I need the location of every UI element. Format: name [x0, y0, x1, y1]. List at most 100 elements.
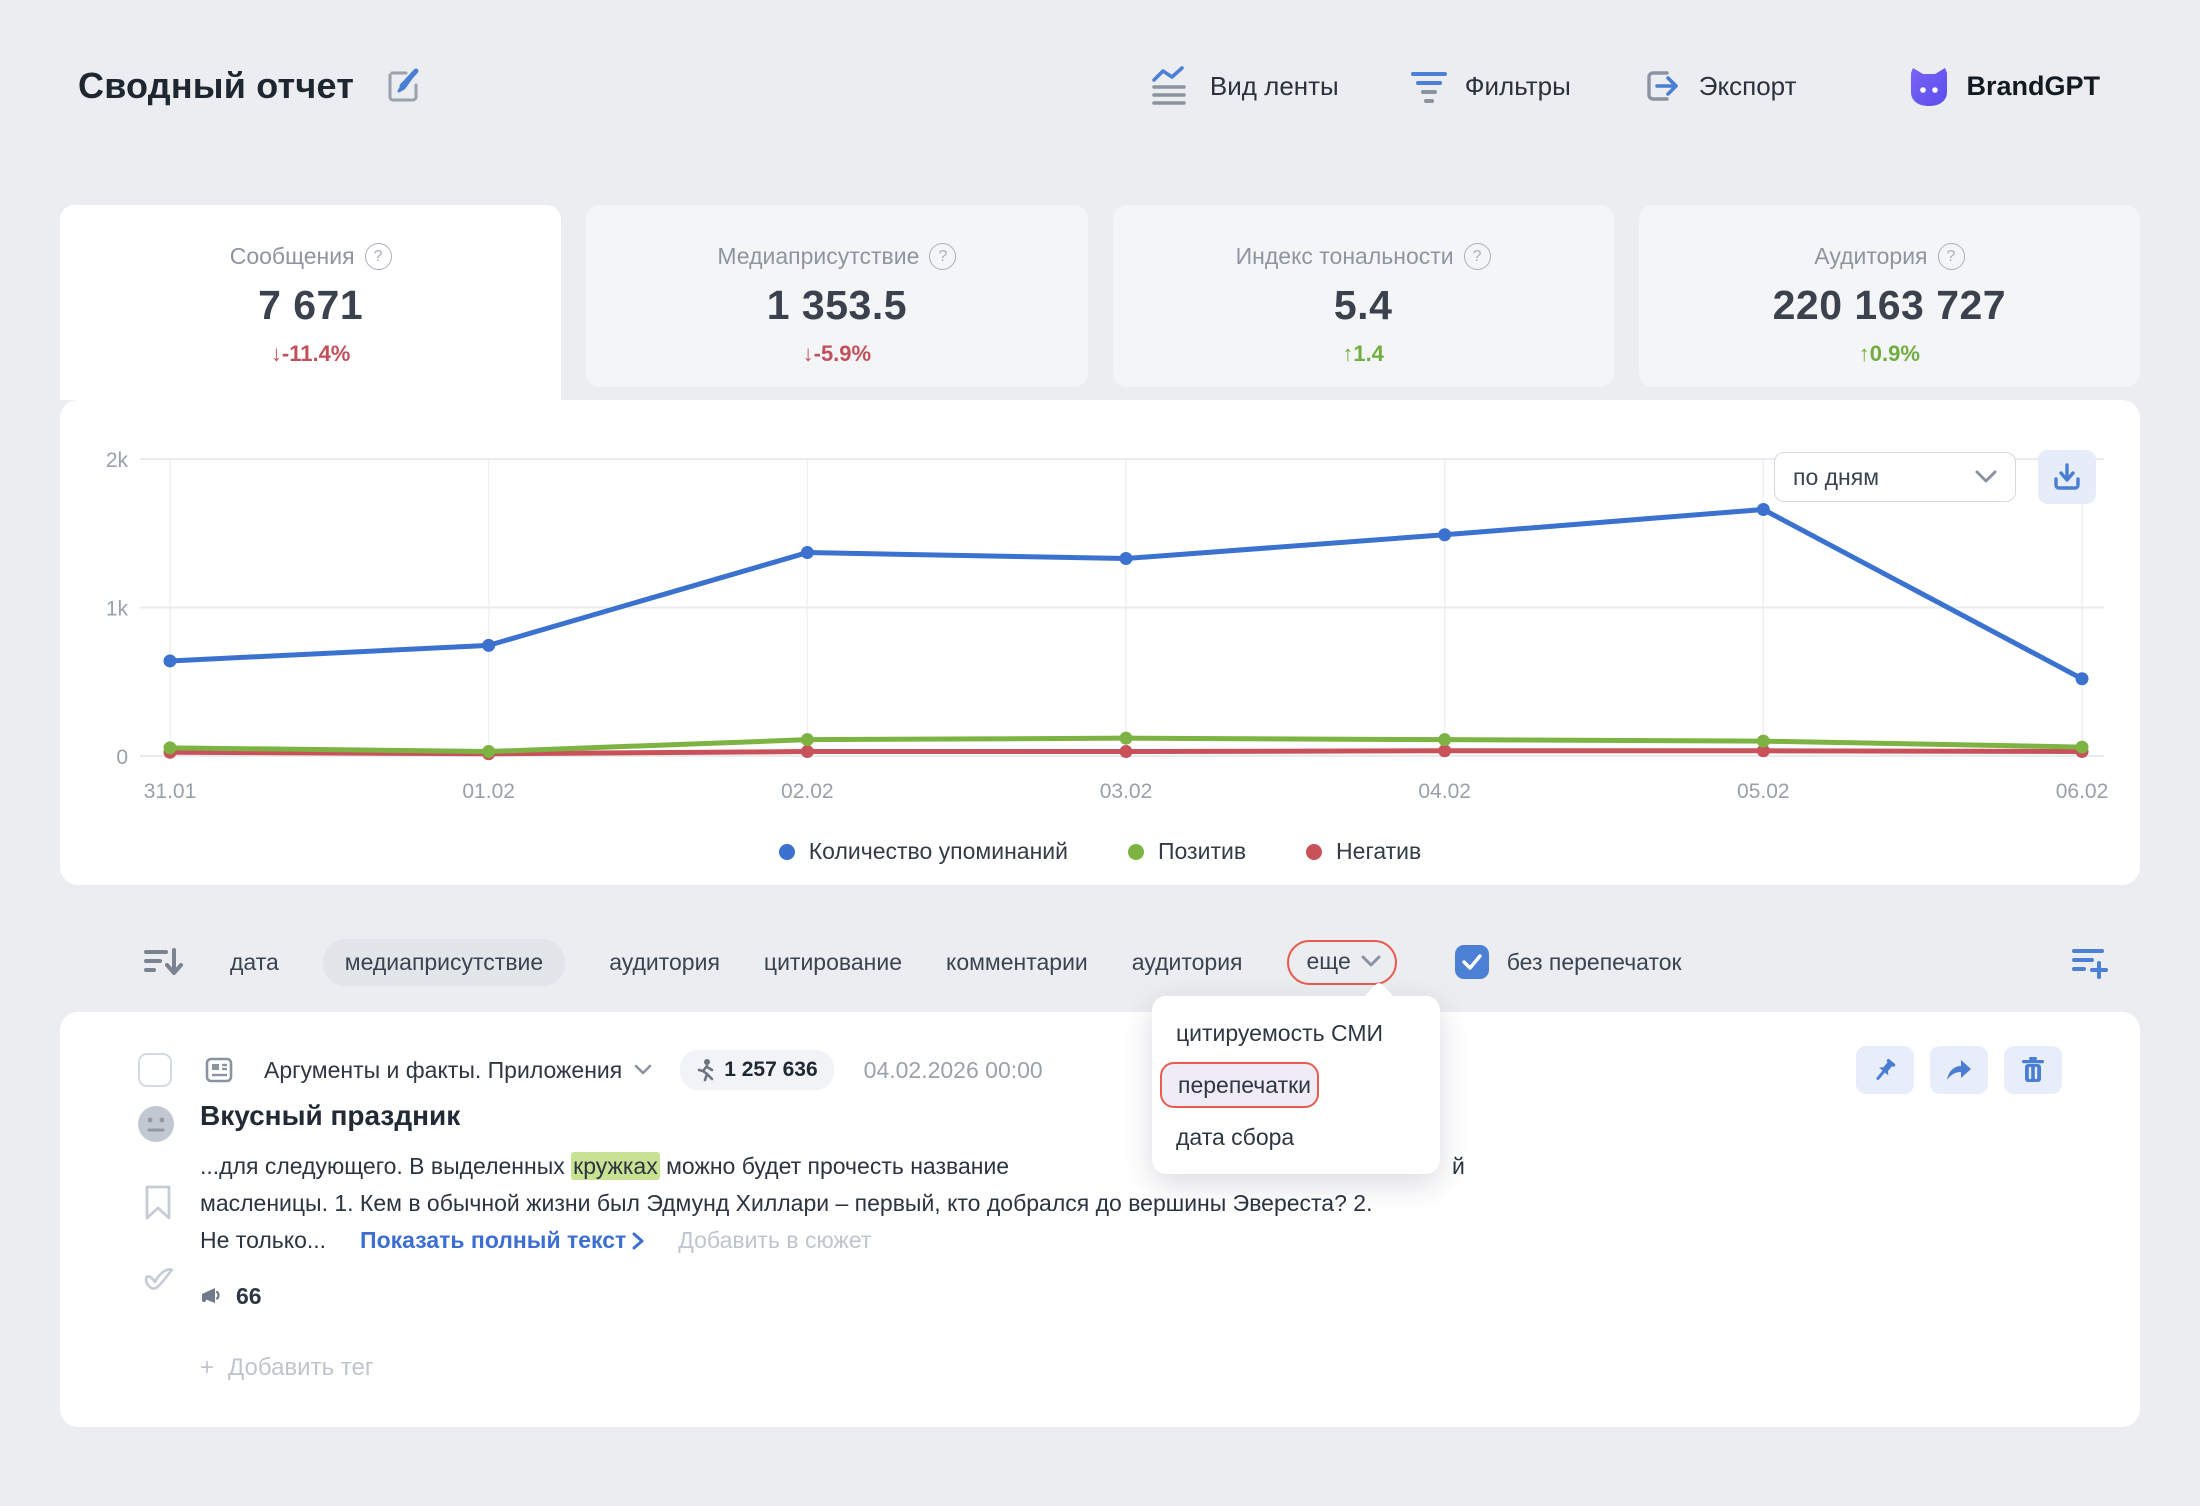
filter-icon	[1409, 66, 1449, 106]
app-header: Сводный отчет	[78, 58, 2130, 114]
article-line-3: Не только... Показать полный текст Добав…	[200, 1222, 2050, 1259]
page-title: Сводный отчет	[78, 65, 354, 107]
help-icon[interactable]: ?	[365, 243, 392, 270]
more-label: еще	[1307, 948, 1351, 975]
chart-legend: Количество упоминаний Позитив Негатив	[60, 838, 2140, 865]
menu-item-collection-date[interactable]: дата сбора	[1152, 1110, 1440, 1164]
sort-option-media-presence-selected[interactable]: медиаприсутствие	[323, 939, 565, 986]
legend-item-negative[interactable]: Негатив	[1306, 838, 1421, 865]
card-value: 220 163 727	[1639, 282, 2140, 329]
legend-label: Количество упоминаний	[809, 838, 1068, 865]
brandgpt-logo-icon	[1906, 63, 1952, 109]
no-reprints-checkbox[interactable]	[1455, 945, 1489, 979]
chart-panel: 31.0101.0202.0203.0204.0205.0206.0201k2k…	[60, 400, 2140, 885]
check-icon	[1462, 954, 1482, 970]
chevron-down-icon	[1975, 470, 1997, 484]
metric-card-messages[interactable]: Сообщения? 7 671 ↓-11.4%	[60, 205, 561, 400]
article-datetime: 04.02.2026 00:00	[864, 1057, 1043, 1084]
text-fragment-tail: й	[1452, 1148, 1465, 1185]
svg-text:31.01: 31.01	[144, 780, 197, 803]
legend-item-mentions[interactable]: Количество упоминаний	[779, 838, 1068, 865]
download-icon	[2052, 462, 2082, 492]
card-delta: ↑1.4	[1113, 341, 1614, 367]
processed-check-icon[interactable]	[142, 1264, 176, 1294]
article-line-1: ...для следующего. В выделенных кружках …	[200, 1148, 2050, 1185]
source-name[interactable]: Аргументы и факты. Приложения	[264, 1057, 652, 1084]
show-full-text-link[interactable]: Показать полный текст	[360, 1227, 644, 1254]
metric-card-media-presence[interactable]: Медиаприсутствие? 1 353.5 ↓-5.9%	[586, 205, 1087, 387]
filter-bar: дата медиаприсутствие аудитория цитирова…	[140, 936, 2112, 988]
delete-button[interactable]	[2004, 1046, 2062, 1094]
interval-select[interactable]: по дням	[1774, 452, 2016, 502]
card-value: 1 353.5	[586, 282, 1087, 329]
menu-item-media-citation[interactable]: цитируемость СМИ	[1152, 1006, 1440, 1060]
share-icon	[1944, 1057, 1974, 1083]
page: Сводный отчет	[0, 0, 2200, 1506]
more-options-menu: цитируемость СМИ перепечатки дата сбора	[1152, 996, 1440, 1174]
edit-icon	[382, 65, 424, 107]
card-value: 5.4	[1113, 282, 1614, 329]
article-actions	[1856, 1046, 2062, 1094]
reach-icon	[696, 1058, 716, 1082]
article-text: ...для следующего. В выделенных кружках …	[200, 1148, 2050, 1259]
article-body: Вкусный праздник ...для следующего. В вы…	[200, 1100, 2050, 1382]
card-label: Медиаприсутствие	[717, 243, 919, 270]
svg-text:05.02: 05.02	[1737, 780, 1790, 803]
feed-view-button[interactable]: Вид ленты	[1150, 66, 1339, 106]
chevron-down-icon	[634, 1064, 652, 1076]
add-tag-button[interactable]: + Добавить тег	[200, 1354, 374, 1382]
article-title[interactable]: Вкусный праздник	[200, 1100, 2050, 1132]
sort-option-audience-2[interactable]: аудитория	[1132, 949, 1243, 976]
legend-label: Негатив	[1336, 838, 1421, 865]
pin-button[interactable]	[1856, 1046, 1914, 1094]
sort-option-audience[interactable]: аудитория	[609, 949, 720, 976]
megaphone-icon	[200, 1286, 224, 1308]
feed-view-icon	[1150, 66, 1194, 106]
svg-text:03.02: 03.02	[1100, 780, 1153, 803]
export-icon	[1641, 65, 1683, 107]
more-options-button[interactable]: еще	[1287, 940, 1397, 985]
download-button[interactable]	[2038, 450, 2096, 504]
plus-icon: +	[200, 1354, 214, 1382]
card-label: Сообщения	[230, 243, 355, 270]
sort-icon[interactable]	[140, 945, 186, 979]
sort-option-comments[interactable]: комментарии	[946, 949, 1088, 976]
metric-card-tonality-index[interactable]: Индекс тональности? 5.4 ↑1.4	[1113, 205, 1614, 387]
sort-option-date[interactable]: дата	[230, 949, 279, 976]
help-icon[interactable]: ?	[929, 243, 956, 270]
no-reprints-label[interactable]: без перепечаток	[1507, 949, 1682, 976]
source-name-label: Аргументы и факты. Приложения	[264, 1057, 622, 1084]
help-icon[interactable]: ?	[1464, 243, 1491, 270]
card-label: Аудитория	[1814, 243, 1927, 270]
interval-value: по дням	[1793, 464, 1879, 491]
feed-view-label: Вид ленты	[1210, 71, 1339, 102]
filters-label: Фильтры	[1465, 71, 1571, 102]
select-article-checkbox[interactable]	[138, 1053, 172, 1087]
text-fragment: ...для следующего. В выделенных	[200, 1153, 571, 1179]
tonality-mood-icon[interactable]	[136, 1104, 176, 1144]
filters-button[interactable]: Фильтры	[1409, 66, 1571, 106]
no-reprints-toggle[interactable]: без перепечаток	[1455, 945, 1682, 979]
newspaper-icon	[204, 1055, 234, 1085]
highlighted-keyword: кружках	[571, 1152, 660, 1180]
add-feed-icon[interactable]	[2068, 944, 2112, 980]
text-fragment: можно будет прочесть название	[660, 1153, 1009, 1179]
edit-report-button[interactable]	[382, 65, 424, 107]
export-button[interactable]: Экспорт	[1641, 65, 1797, 107]
menu-item-reprints-highlighted[interactable]: перепечатки	[1160, 1062, 1319, 1108]
legend-item-positive[interactable]: Позитив	[1128, 838, 1246, 865]
legend-label: Позитив	[1158, 838, 1246, 865]
sort-option-citation[interactable]: цитирование	[764, 949, 902, 976]
bookmark-icon[interactable]	[142, 1184, 174, 1222]
metric-cards: Сообщения? 7 671 ↓-11.4% Медиаприсутстви…	[60, 205, 2140, 400]
help-icon[interactable]: ?	[1938, 243, 1965, 270]
metric-card-audience[interactable]: Аудитория? 220 163 727 ↑0.9%	[1639, 205, 2140, 387]
article-card: Аргументы и факты. Приложения 1 257 636 …	[60, 1012, 2140, 1427]
svg-text:1k: 1k	[106, 598, 129, 621]
card-delta: ↓-5.9%	[586, 341, 1087, 367]
share-button[interactable]	[1930, 1046, 1988, 1094]
header-actions: Вид ленты Фильтры	[1150, 63, 2100, 109]
add-to-story-link[interactable]: Добавить в сюжет	[678, 1227, 871, 1254]
text-fragment: Не только...	[200, 1222, 326, 1259]
reposts-count[interactable]: 66	[200, 1283, 2050, 1310]
